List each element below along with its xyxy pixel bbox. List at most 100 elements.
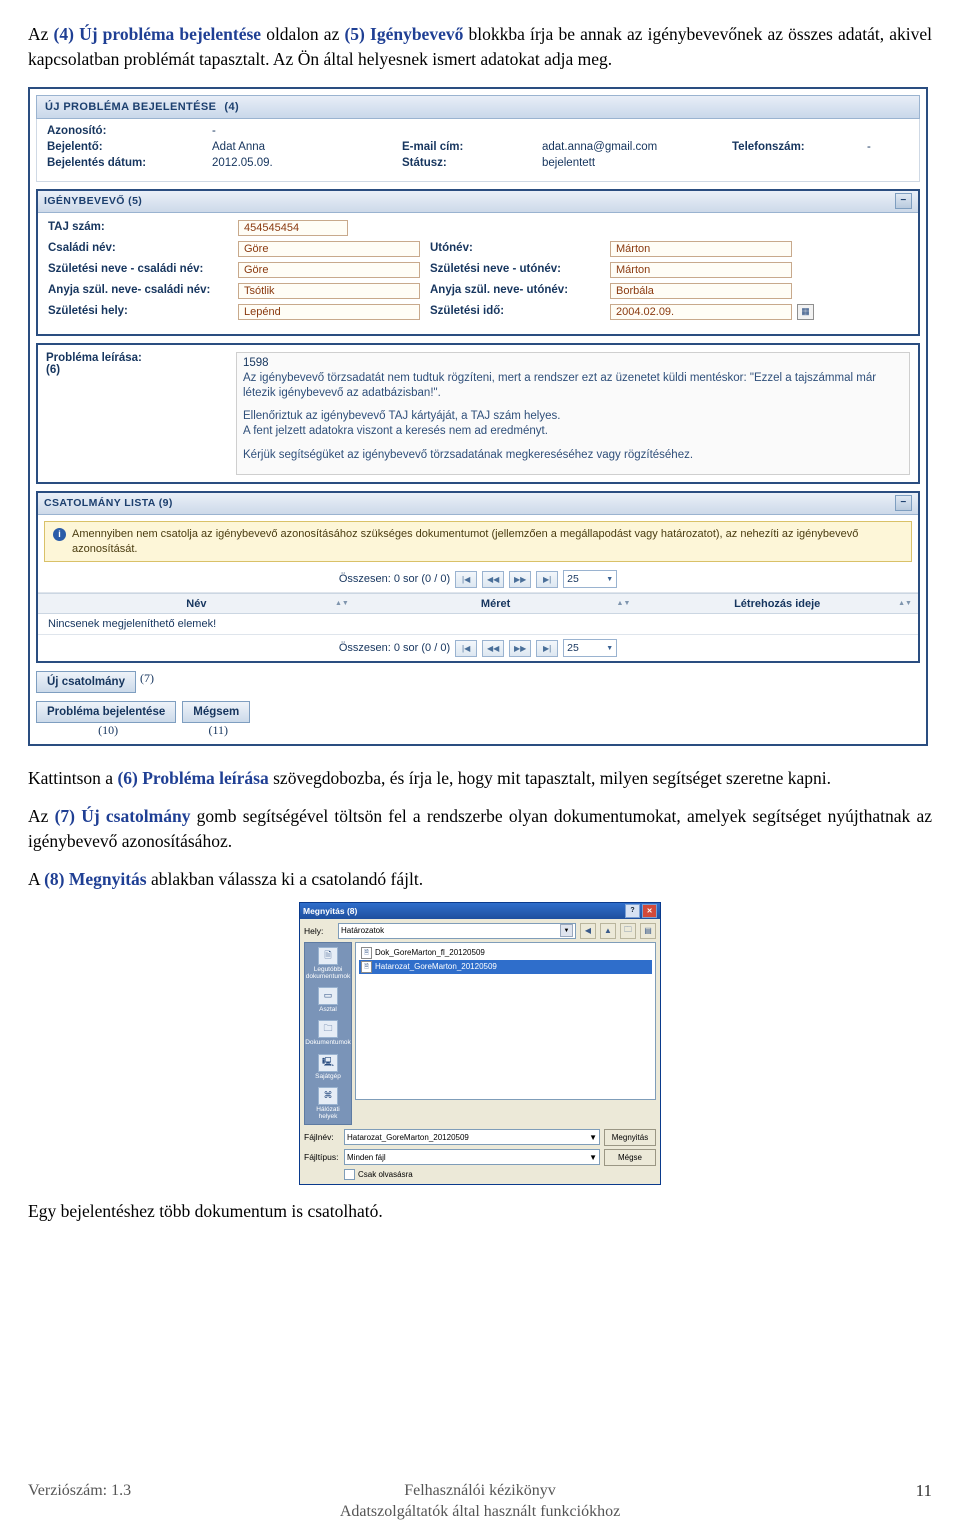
first-page-icon[interactable]: |◀ [455, 639, 478, 657]
para2-text-a: Kattintson a [28, 768, 118, 789]
panel-igenybevevo-annotation: (5) [128, 195, 143, 208]
panel-problema-leirasa: Probléma leírása: (6) 1598 Az igénybevev… [36, 342, 920, 484]
minimize-icon[interactable]: − [895, 193, 912, 210]
close-icon[interactable]: ✕ [642, 903, 657, 918]
szuletesi-csaladi-label: Születési neve - családi név: [48, 263, 204, 276]
page-size-select[interactable]: 25 ▼ [563, 639, 618, 658]
anyja-utonev-input[interactable]: Borbála [610, 282, 792, 299]
dialog-cancel-button[interactable]: Mégse [604, 1148, 656, 1166]
next-page-icon[interactable]: ▶▶ [509, 570, 532, 588]
problema-textarea[interactable]: 1598 Az igénybevevő törzsadatát nem tudt… [236, 351, 910, 475]
readonly-checkbox[interactable] [344, 1168, 355, 1180]
dialog-title-annotation: (8) [346, 905, 358, 916]
csaladi-nev-input[interactable]: Göre [238, 240, 420, 257]
column-header-letrehozas-label: Létrehozás ideje [734, 597, 821, 610]
filetype-select[interactable]: Minden fájl ▼ [344, 1149, 600, 1166]
anyja-csaladi-label: Anyja szül. neve- családi név: [48, 284, 211, 297]
sort-icon: ▲▼ [898, 600, 912, 608]
para4-text-c: ablakban válassza ki a csatolandó fájlt. [146, 868, 424, 889]
view-mode-icon[interactable]: ▤ [640, 922, 656, 939]
footer-line-1: Verziószám: 1.3 Felhasználói kézikönyv 1… [0, 1481, 960, 1501]
pager-top-total: Összesen: 0 sor (0 / 0) [338, 573, 451, 586]
column-header-meret[interactable]: Méret ▲▼ [355, 594, 637, 613]
panel-igenybevevo: IGÉNYBEVEVŐ (5) − TAJ szám: 454545454 Cs… [36, 188, 920, 336]
minimize-icon[interactable]: − [895, 495, 912, 512]
paragraph-csatolmany: Az (7) Új csatolmány gomb segítségével t… [28, 804, 932, 855]
help-icon[interactable]: ? [625, 903, 640, 918]
file-icon: 🗎 [361, 960, 372, 973]
filename-input[interactable]: Hatarozat_GoreMarton_20120509 ▼ [344, 1129, 600, 1146]
place-label-4: Hálózati helyek [316, 1105, 340, 1120]
location-label: Hely: [304, 925, 324, 936]
dialog-bottom: Fájlnév: Hatarozat_GoreMarton_20120509 ▼… [304, 1128, 656, 1180]
problema-line-4: Kérjük segítségüket az igénybevevő törzs… [243, 448, 694, 461]
szuletesi-csaladi-input[interactable]: Göre [238, 261, 420, 278]
prev-page-icon[interactable]: ◀◀ [482, 639, 505, 657]
file-list-item[interactable]: 🗎 Dok_GoreMarton_fl_20120509 [359, 946, 652, 960]
submit-problem-button[interactable]: Probléma bejelentése [36, 701, 177, 724]
problema-label: Probléma leírása: [46, 351, 142, 364]
page-size-select[interactable]: 25 ▼ [563, 570, 618, 589]
cancel-button[interactable]: Mégsem [182, 701, 251, 724]
place-item-recent[interactable]: 🗎 Legutóbbi dokumentumok [306, 946, 350, 980]
filetype-value: Minden fájl [347, 1152, 386, 1162]
file-list-item[interactable]: 🗎 Hatarozat_GoreMarton_20120509 [359, 959, 652, 974]
anyja-csaladi-input[interactable]: Tsótlik [238, 282, 420, 299]
panel-igenybevevo-header: IGÉNYBEVEVŐ (5) − [38, 190, 918, 213]
place-label-3: Sajátgép [315, 1072, 341, 1080]
new-folder-icon[interactable]: 🗀 [620, 922, 636, 939]
pager-bottom: Összesen: 0 sor (0 / 0) |◀ ◀◀ ▶▶ ▶| 25 ▼ [38, 635, 918, 661]
location-combobox[interactable]: Határozatok ▼ [338, 922, 576, 939]
file-name-0: Dok_GoreMarton_fl_20120509 [375, 948, 485, 958]
first-page-icon[interactable]: |◀ [455, 570, 478, 588]
utonev-input[interactable]: Márton [610, 240, 792, 257]
next-page-icon[interactable]: ▶▶ [509, 639, 532, 657]
pager-bottom-total: Összesen: 0 sor (0 / 0) [338, 642, 451, 655]
back-icon[interactable]: ◀ [580, 922, 596, 939]
para1-text-a: Az [28, 24, 54, 44]
dialog-title-buttons: ? ✕ [625, 903, 657, 918]
file-name-1: Hatarozat_GoreMarton_20120509 [375, 962, 497, 972]
last-page-icon[interactable]: ▶| [536, 570, 559, 588]
document-page: Az (4) Új probléma bejelentése oldalon a… [0, 0, 960, 1224]
column-header-nev[interactable]: Név ▲▼ [38, 594, 355, 613]
anyja-utonev-label: Anyja szül. neve- utónév: [430, 284, 569, 297]
datum-value: 2012.05.09. [212, 156, 273, 169]
place-item-desktop[interactable]: ▭ Asztal [306, 987, 350, 1013]
file-list[interactable]: 🗎 Dok_GoreMarton_fl_20120509 🗎 Hatarozat… [355, 941, 656, 1100]
calendar-icon[interactable]: ▦ [797, 303, 814, 320]
para2-text-c: szövegdobozba, és írja le, hogy mit tapa… [268, 768, 832, 789]
dialog-body: Hely: Határozatok ▼ ◀ ▲ 🗀 ▤ 🗎 Legutóbbi … [300, 919, 660, 1184]
page-size-value: 25 [567, 642, 579, 655]
my-computer-icon: 🖳 [318, 1053, 338, 1072]
paragraph-closing: Egy bejelentéshez több dokumentum is csa… [28, 1200, 383, 1221]
place-label-2: Dokumentumok [305, 1039, 351, 1047]
button-row-submit: Probléma bejelentése (10) Mégsem (11) [36, 701, 920, 738]
open-button[interactable]: Megnyitás [604, 1128, 656, 1146]
last-page-icon[interactable]: ▶| [536, 639, 559, 657]
panel-csatolmany-lista: CSATOLMÁNY LISTA (9) − i Amennyiben nem … [36, 490, 920, 664]
prev-page-icon[interactable]: ◀◀ [482, 570, 505, 588]
location-row: Hely: Határozatok ▼ ◀ ▲ 🗀 ▤ [304, 922, 656, 939]
field-row-szuletesi-hely: Születési hely: Lepénd Születési idő: 20… [48, 303, 908, 320]
new-attachment-button[interactable]: Új csatolmány [36, 671, 136, 694]
place-item-mycomputer[interactable]: 🖳 Sajátgép [306, 1053, 350, 1080]
info-icon: i [53, 527, 66, 541]
attachment-warning-text: Amennyiben nem csatolja az igénybevevő a… [72, 527, 859, 555]
up-folder-icon[interactable]: ▲ [600, 922, 616, 939]
panel-csatolmany-title: CSATOLMÁNY LISTA (9) [44, 497, 173, 509]
place-item-network[interactable]: ⌘ Hálózati helyek [306, 1086, 350, 1120]
place-item-documents[interactable]: 🗀 Dokumentumok [305, 1020, 351, 1047]
szuletesi-utonev-input[interactable]: Márton [610, 261, 792, 278]
cancel-annotation: (11) [208, 723, 229, 738]
para4-ref-8: (8) Megnyitás [44, 868, 147, 889]
panel-igenybevevo-body: TAJ szám: 454545454 Családi név: Göre Ut… [38, 212, 918, 334]
szuletesi-ido-input[interactable]: 2004.02.09. [610, 303, 792, 320]
dialog-titlebar: Megnyitás (8) ? ✕ [300, 902, 660, 919]
szuletesi-hely-input[interactable]: Lepénd [238, 303, 420, 320]
footer-title: Felhasználói kézikönyv [404, 1482, 556, 1499]
taj-input[interactable]: 454545454 [238, 219, 348, 236]
column-header-meret-label: Méret [480, 597, 511, 610]
column-header-letrehozas[interactable]: Létrehozás ideje ▲▼ [636, 594, 918, 613]
panel-csatolmany-annotation: (9) [158, 497, 173, 510]
